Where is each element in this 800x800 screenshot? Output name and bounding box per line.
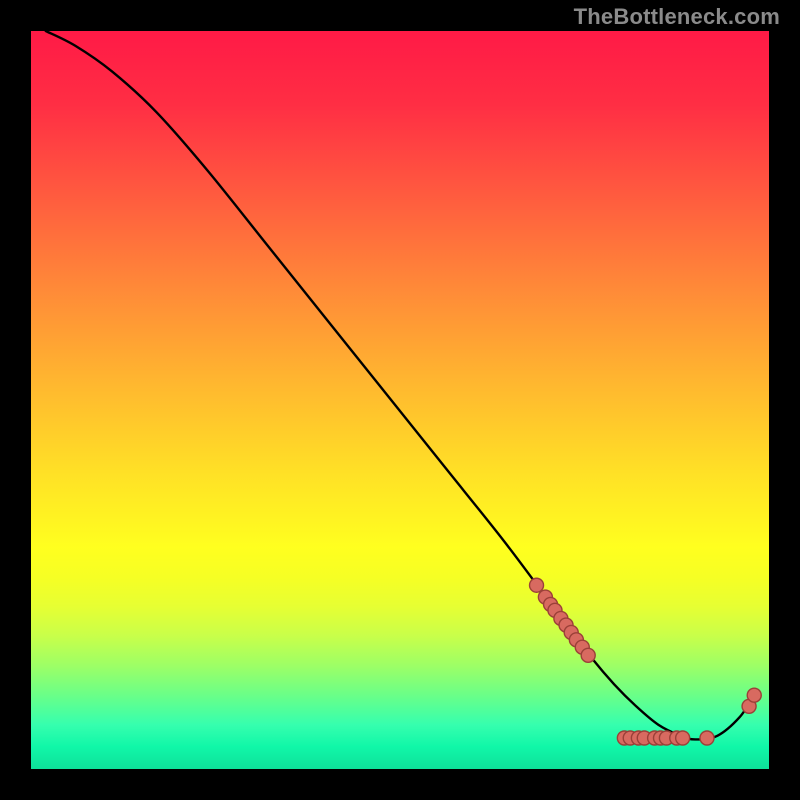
watermark-text: TheBottleneck.com — [574, 4, 780, 30]
chart-frame — [0, 0, 800, 800]
